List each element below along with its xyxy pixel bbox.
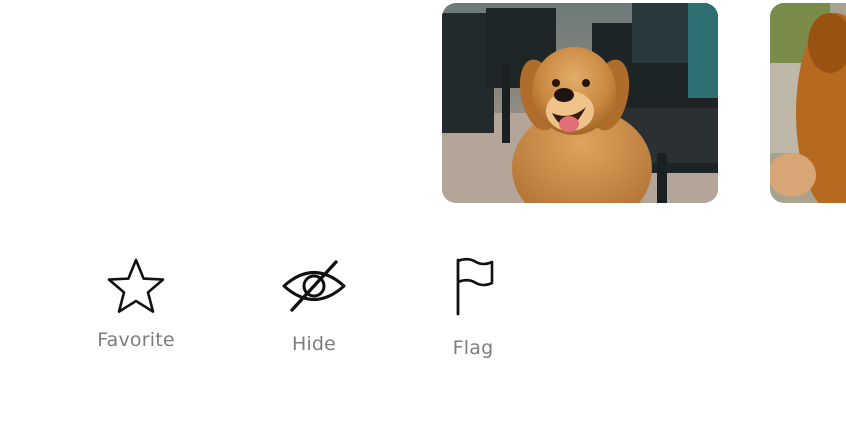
star-icon <box>107 258 165 313</box>
hide-label: Hide <box>291 333 337 355</box>
flag-label: Flag <box>452 337 494 359</box>
hide-button[interactable]: Hide <box>274 256 354 355</box>
dog-photo-partial <box>770 3 846 203</box>
photo-card-golden-retriever[interactable] <box>442 3 718 203</box>
dog-photo <box>442 3 718 203</box>
photo-card-next[interactable] <box>770 3 846 203</box>
flag-icon <box>456 257 494 316</box>
favorite-button[interactable]: Favorite <box>95 256 177 351</box>
eye-slash-icon <box>282 260 346 312</box>
photo-viewer: Favorite Hide Flag <box>0 0 846 435</box>
flag-button[interactable]: Flag <box>440 256 506 359</box>
favorite-label: Favorite <box>97 329 175 351</box>
